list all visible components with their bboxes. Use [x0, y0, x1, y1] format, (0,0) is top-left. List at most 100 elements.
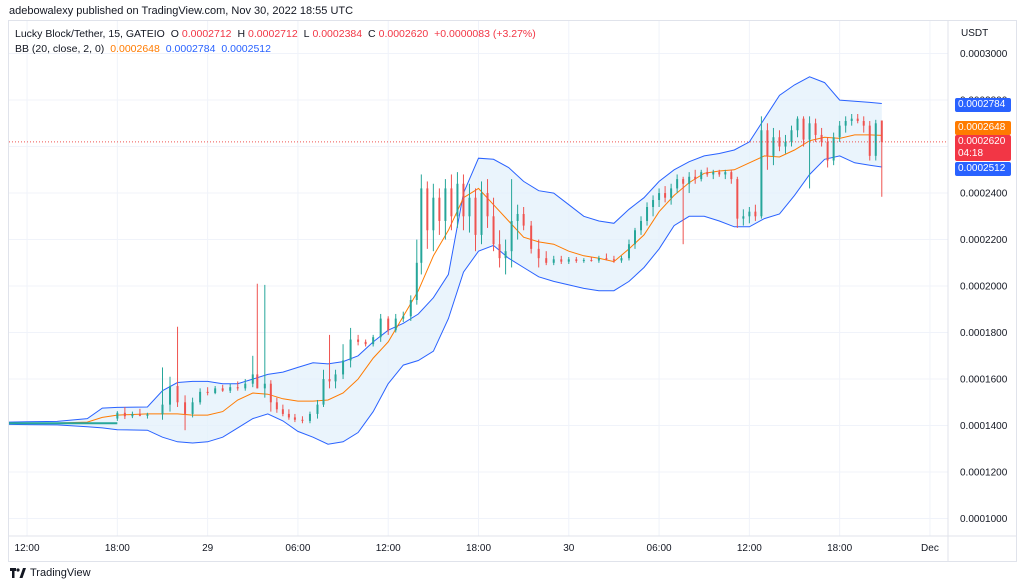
candle-body	[597, 258, 600, 261]
candle-body	[287, 413, 290, 418]
candle-body	[169, 386, 172, 405]
candle-body	[712, 172, 715, 175]
candle-body	[409, 300, 412, 317]
candle-body	[820, 134, 823, 142]
candle-body	[486, 193, 489, 217]
candle-body	[652, 200, 655, 208]
candle-body	[796, 118, 799, 131]
candle-body	[415, 262, 418, 301]
candle-body	[450, 188, 453, 217]
bb-basis-price-tag: 0.0002648	[955, 121, 1011, 135]
candle-body	[301, 419, 304, 421]
candle-body	[838, 125, 841, 138]
bb-upper-price-tag: 0.0002784	[955, 98, 1011, 112]
candle-body	[658, 193, 661, 201]
candle-body	[387, 318, 390, 331]
candle-body	[191, 402, 194, 414]
x-tick-label: 18:00	[466, 543, 491, 554]
candle-body	[269, 383, 272, 403]
candle-body	[826, 141, 829, 161]
open-label: O	[170, 28, 179, 40]
close-value: 0.0002620	[378, 28, 429, 40]
candle-body	[221, 388, 224, 391]
last-price-tag: 0.0002620 04:18	[955, 135, 1011, 161]
y-tick-label: 0.0001400	[960, 421, 1008, 432]
open-value: 0.0002712	[181, 28, 232, 40]
candle-body	[438, 197, 441, 221]
candle-body	[263, 383, 266, 389]
bb-lower-price-tag: 0.0002512	[955, 162, 1011, 176]
candle-body	[706, 172, 709, 175]
bar-countdown: 04:18	[958, 148, 984, 159]
candle-body	[420, 188, 423, 263]
candle-body	[394, 318, 397, 331]
candle-body	[814, 123, 817, 135]
x-tick-label: 06:00	[647, 543, 672, 554]
high-label: H	[237, 28, 246, 40]
candle-body	[742, 216, 745, 219]
candle-body	[372, 337, 375, 345]
candle-body	[772, 137, 775, 156]
candle-body	[184, 402, 187, 414]
candle-body	[808, 123, 811, 140]
candle-body	[724, 172, 727, 175]
y-tick-label: 0.0002400	[960, 189, 1008, 200]
symbol-label[interactable]: Lucky Block/Tether, 15, GATEIO	[15, 28, 165, 40]
candle-body	[575, 259, 578, 261]
indicator-legend: BB (20, close, 2, 0) 0.0002648 0.0002784…	[15, 43, 274, 55]
candle-body	[308, 413, 311, 421]
x-tick-label: 30	[563, 543, 575, 554]
candle-body	[582, 260, 585, 262]
candle-body	[229, 387, 232, 391]
candle-body	[480, 193, 483, 235]
candle-body	[688, 176, 691, 184]
candle-body	[627, 244, 630, 259]
candle-body	[275, 402, 278, 410]
bb-basis-value: 0.0002648	[110, 43, 160, 55]
change-value: +0.0000083 (+3.27%)	[434, 28, 536, 40]
bollinger-band-fill	[9, 76, 882, 445]
candle-body	[880, 120, 883, 142]
candle-body	[206, 391, 209, 394]
price-chart[interactable]: 0.00030000.00028000.00026000.00024000.00…	[0, 0, 1024, 588]
footer-brand-label: TradingView	[30, 567, 91, 579]
candle-body	[462, 183, 465, 217]
x-tick-label: 18:00	[105, 543, 130, 554]
candle-body	[646, 207, 649, 221]
candle-body	[850, 118, 853, 121]
candle-body	[131, 413, 134, 417]
x-tick-label: 29	[202, 543, 214, 554]
ohlc-legend: Lucky Block/Tether, 15, GATEIO O 0.000271…	[15, 28, 539, 40]
bb-upper-value: 0.0002784	[165, 43, 216, 55]
candle-body	[123, 412, 126, 417]
candle-body	[516, 213, 519, 221]
candle-body	[492, 216, 495, 245]
candle-body	[236, 387, 239, 389]
candle-body	[718, 172, 721, 175]
candle-body	[357, 339, 360, 342]
candle-body	[510, 220, 513, 252]
candle-body	[590, 260, 593, 262]
candle-body	[498, 244, 501, 259]
last-price-value: 0.0002620	[958, 136, 1006, 147]
candle-body	[522, 213, 525, 226]
candle-body	[293, 417, 296, 420]
candle-body	[856, 118, 859, 121]
close-label: C	[368, 28, 376, 40]
indicator-label[interactable]: BB (20, close, 2, 0)	[15, 43, 104, 55]
y-tick-label: 0.0003000	[960, 49, 1008, 60]
candle-body	[199, 391, 202, 403]
candle-body	[736, 179, 739, 219]
tradingview-logo-icon	[10, 568, 26, 578]
candle-body	[504, 251, 507, 259]
candle-body	[342, 360, 345, 375]
candle-body	[605, 258, 608, 260]
candle-body	[444, 188, 447, 221]
candle-body	[328, 379, 331, 382]
candle-body	[161, 404, 164, 415]
low-value: 0.0002384	[312, 28, 363, 40]
candle-body	[694, 176, 697, 180]
candle-body	[349, 339, 352, 361]
candle-body	[146, 414, 149, 416]
footer-brand[interactable]: TradingView	[10, 567, 91, 579]
